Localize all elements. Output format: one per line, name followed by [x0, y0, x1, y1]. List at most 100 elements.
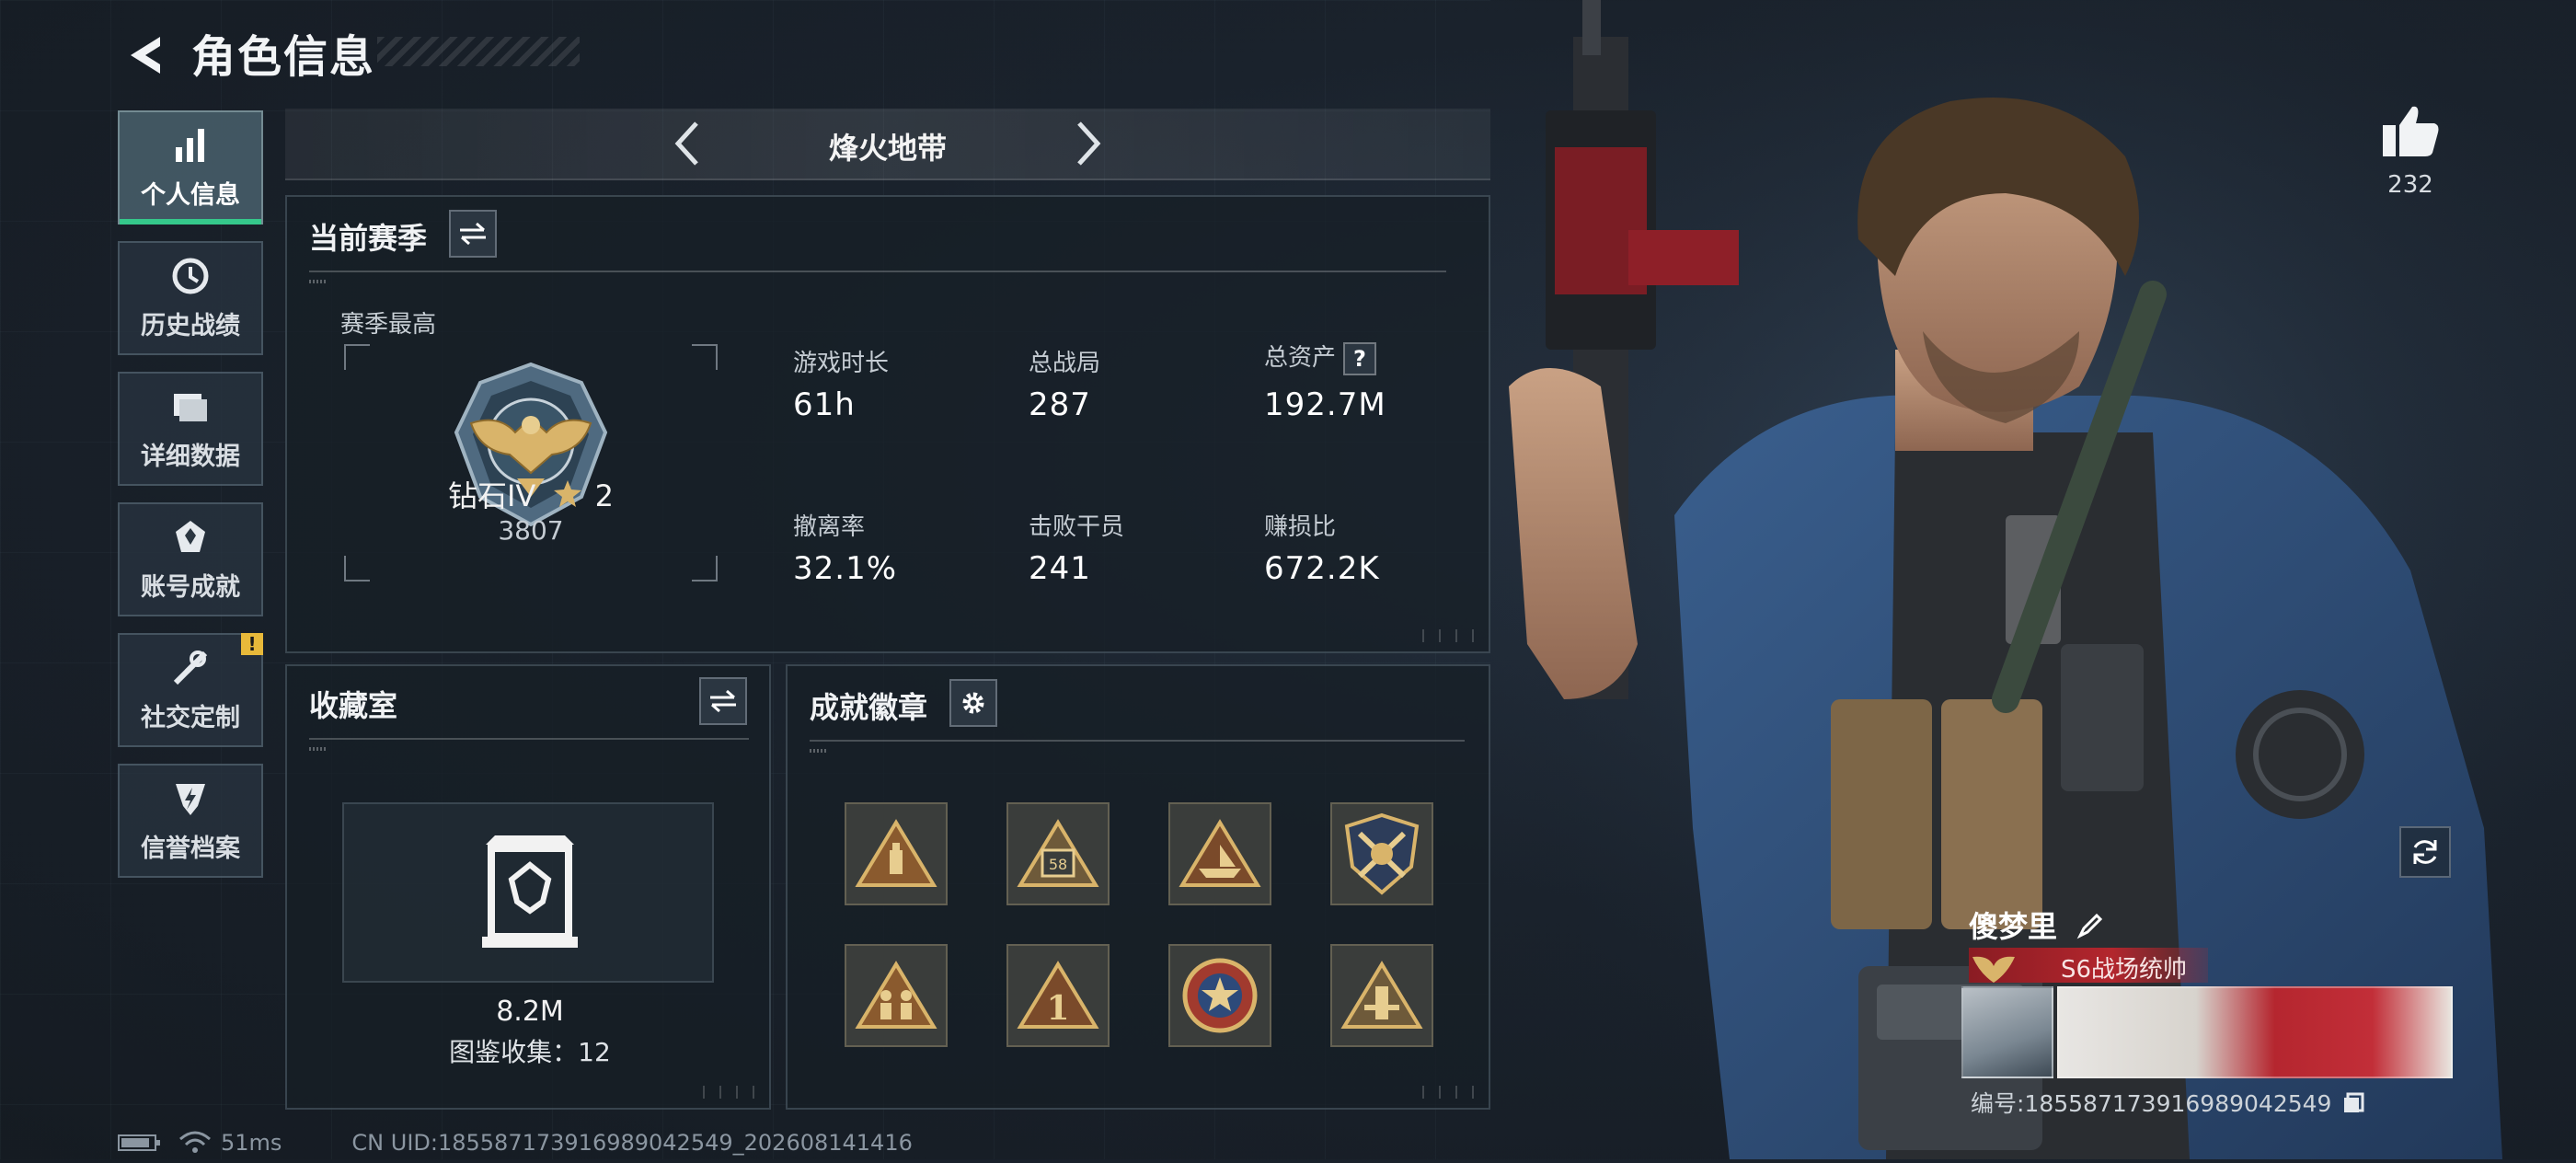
like-count: 232: [2387, 171, 2433, 199]
bar-chart-icon: [176, 128, 204, 162]
sidebar-item-personal-info[interactable]: 个人信息: [118, 110, 263, 225]
triangle-soldiers-badge-icon: [855, 961, 937, 1029]
clock-icon: [172, 258, 209, 294]
season-switch-button[interactable]: [449, 210, 497, 258]
chevron-right-icon: [1077, 121, 1101, 166]
title-decoration: [377, 37, 580, 66]
player-name-text: 傻梦里: [1969, 909, 2058, 944]
display-case-icon: [482, 835, 578, 948]
ping-value: 51ms: [221, 1130, 282, 1156]
triangle-ship-badge-icon: [1179, 819, 1261, 887]
sidebar-item-detailed-data[interactable]: 详细数据: [118, 372, 263, 486]
achievements-panel: 成就徽章 58 1: [786, 664, 1490, 1110]
back-button[interactable]: [118, 28, 173, 83]
triangle-bottle-badge-icon: [855, 819, 937, 887]
sidebar-item-reputation[interactable]: 信誉档案: [118, 764, 263, 878]
mode-title: 烽火地带: [828, 131, 947, 166]
stat-value-total-assets: 192.7M: [1264, 386, 1386, 423]
stat-value-total-matches: 287: [1029, 386, 1091, 423]
badge-round-star[interactable]: [1168, 944, 1271, 1047]
stat-label-playtime: 游戏时长: [793, 350, 890, 377]
corner-decoration: [1422, 629, 1478, 642]
season-panel: 当前赛季 赛季最高 钻石IV 2 3807 游戏时长 61h 总战局 287 总…: [285, 195, 1490, 653]
stat-label-total-matches: 总战局: [1029, 350, 1101, 377]
collection-display[interactable]: [342, 802, 714, 983]
badge-triangle-58[interactable]: 58: [1006, 802, 1110, 905]
page-title: 角色信息: [191, 31, 376, 83]
badge-triangle-ship[interactable]: [1168, 802, 1271, 905]
svg-text:1: 1: [1046, 989, 1069, 1028]
rank-stars: 2: [594, 478, 615, 513]
divider: [309, 271, 1446, 272]
rank-name: 钻石IV: [447, 478, 536, 513]
sidebar-item-label: 详细数据: [141, 442, 240, 471]
name-card-banner[interactable]: [2057, 986, 2453, 1078]
gear-icon: [962, 692, 984, 714]
badge-triangle-tower[interactable]: [1330, 944, 1433, 1047]
divider: [810, 740, 1465, 742]
star-icon: [554, 480, 582, 507]
badge-triangle-soldiers[interactable]: [845, 944, 948, 1047]
collection-switch-button[interactable]: [699, 677, 747, 725]
badge-triangle-bottle[interactable]: [845, 802, 948, 905]
svg-text:58: 58: [1049, 856, 1067, 873]
sidebar-item-label: 个人信息: [141, 180, 240, 210]
help-button[interactable]: ?: [1343, 341, 1377, 375]
sidebar-item-label: 社交定制: [141, 703, 240, 732]
divider-deco: [309, 747, 326, 751]
sidebar-item-social-custom[interactable]: 社交定制 !: [118, 633, 263, 747]
round-star-badge-icon: [1182, 958, 1258, 1033]
divider: [309, 738, 749, 740]
folder-icon: [174, 393, 207, 421]
achievements-settings-button[interactable]: [949, 679, 997, 727]
status-bar: 51ms CN UID:185587173916989042549_202608…: [118, 1130, 913, 1156]
stat-label-extract-rate: 撤离率: [793, 513, 866, 541]
divider-deco: [810, 749, 826, 753]
alert-badge: !: [241, 633, 263, 655]
stat-label-total-assets: 总资产?: [1264, 339, 1377, 375]
edit-pencil-icon[interactable]: [2076, 912, 2104, 939]
shield-crossed-badge-icon: [1344, 812, 1420, 895]
stat-value-playtime: 61h: [793, 386, 856, 423]
uid-text: CN UID:185587173916989042549_20260814141…: [351, 1130, 913, 1156]
player-id-text: 编号:185587173916989042549: [1971, 1090, 2332, 1117]
stat-label-kills: 击败干员: [1029, 513, 1125, 541]
mode-selector: 烽火地带: [285, 109, 1490, 180]
collection-value: 8.2M: [496, 996, 564, 1028]
copy-icon[interactable]: [2342, 1092, 2364, 1114]
badge-shield-crossed[interactable]: [1330, 802, 1433, 905]
player-id: 编号:185587173916989042549: [1971, 1086, 2364, 1119]
stat-label-profit-ratio: 赚损比: [1264, 513, 1337, 541]
achievements-panel-title: 成就徽章: [810, 690, 928, 725]
back-arrow-icon: [131, 37, 160, 74]
sidebar-item-label: 历史战绩: [141, 311, 240, 340]
corner-decoration: [703, 1086, 758, 1099]
tools-icon: [173, 650, 208, 685]
badge-triangle-1[interactable]: 1: [1006, 944, 1110, 1047]
achievement-icon: [176, 520, 205, 552]
refresh-icon: [2413, 840, 2437, 864]
swap-icon: [460, 222, 486, 246]
wifi-icon: [179, 1131, 211, 1153]
sidebar-item-achievements[interactable]: 账号成就: [118, 502, 263, 616]
catalog-count: 图鉴收集：12: [449, 1037, 611, 1067]
collection-panel: 收藏室 8.2M 图鉴收集：12: [285, 664, 771, 1110]
shield-bolt-icon: [176, 783, 205, 815]
thumbs-up-icon[interactable]: [2381, 103, 2440, 158]
triangle-tower-badge-icon: [1340, 961, 1423, 1029]
stat-value-kills: 241: [1029, 550, 1091, 587]
stat-label-text: 总资产: [1264, 344, 1337, 372]
mode-next-button[interactable]: [1065, 120, 1113, 167]
battery-icon: [118, 1134, 160, 1151]
season-panel-title: 当前赛季: [309, 221, 428, 256]
swap-icon: [710, 689, 736, 713]
stat-value-extract-rate: 32.1%: [793, 550, 898, 587]
sidebar-item-history[interactable]: 历史战绩: [118, 241, 263, 355]
triangle-number-one-badge-icon: 1: [1017, 961, 1099, 1029]
rotate-character-button[interactable]: [2399, 826, 2451, 878]
operator-card-thumbnail[interactable]: [1961, 986, 2053, 1078]
collection-panel-title: 收藏室: [309, 688, 398, 723]
sidebar-item-label: 账号成就: [141, 572, 240, 602]
sidebar-item-label: 信誉档案: [141, 834, 240, 863]
rank-name-row: 钻石IV 2: [344, 473, 718, 515]
